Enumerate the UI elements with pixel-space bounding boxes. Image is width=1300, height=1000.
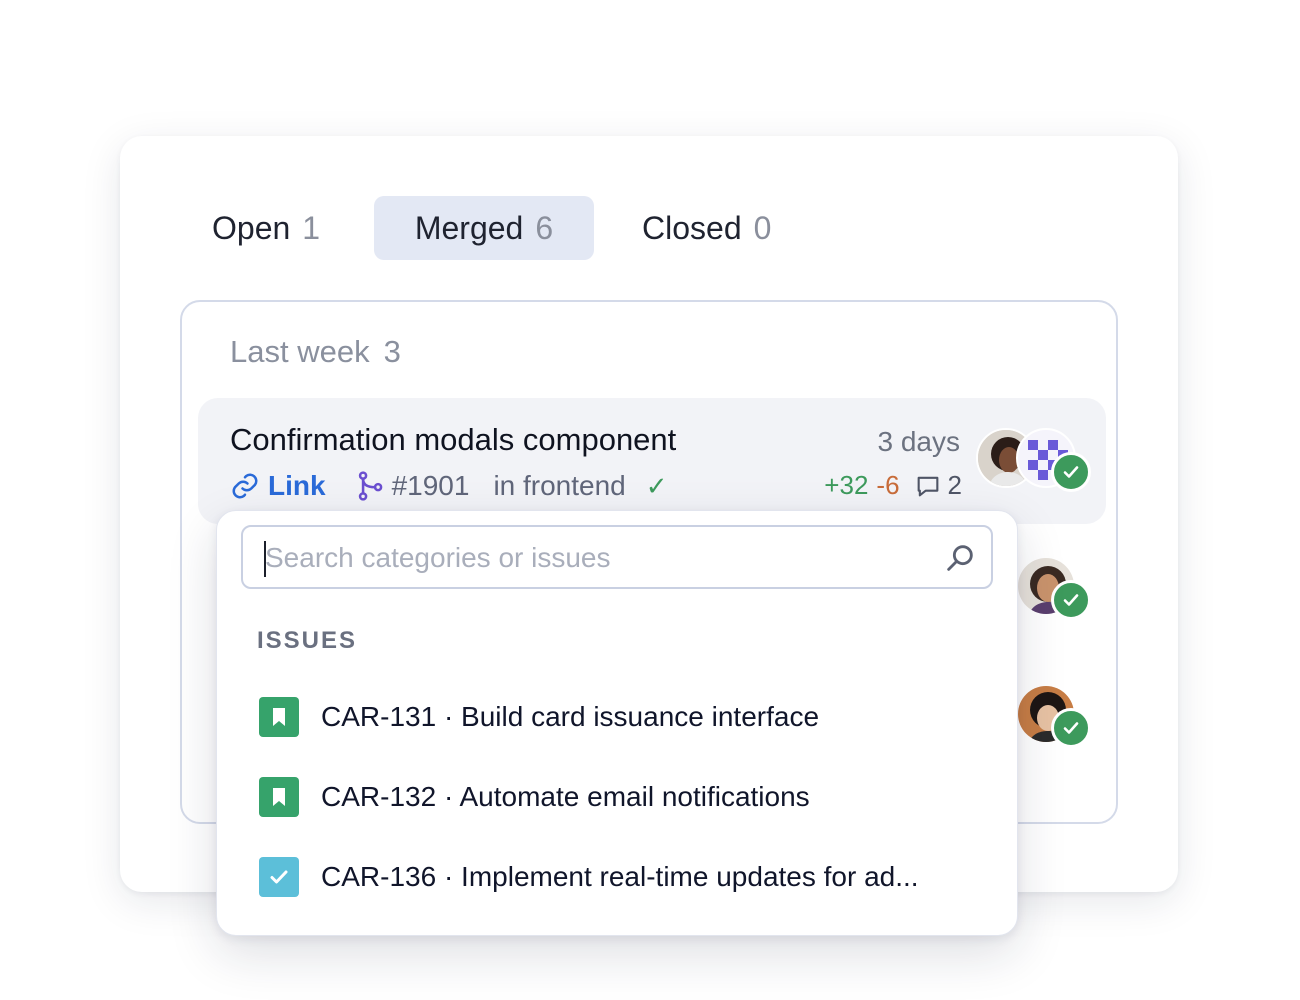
- tab-closed-count: 0: [753, 210, 772, 246]
- issue-label: CAR-136 · Implement real-time updates fo…: [321, 861, 919, 892]
- tab-open-label: Open: [212, 210, 291, 246]
- pr-title: Confirmation modals component: [230, 422, 677, 457]
- issue-search-dropdown: ISSUES CAR-131 · Build card issuance int…: [216, 510, 1018, 936]
- tab-merged[interactable]: Merged 6: [374, 196, 594, 260]
- pr-branch: #1901: [356, 470, 470, 502]
- search-input[interactable]: [263, 537, 927, 579]
- bookmark-icon: [259, 697, 299, 737]
- pipeline-check-icon: ✓: [645, 470, 668, 501]
- bookmark-icon: [259, 777, 299, 817]
- approved-check-icon: [1051, 708, 1091, 748]
- group-header: Last week 3: [230, 334, 401, 370]
- comment-icon: [917, 476, 938, 496]
- pr-age: 3 days: [877, 426, 961, 457]
- pr-repo: in frontend: [493, 470, 626, 501]
- issues-section-label: ISSUES: [257, 627, 358, 654]
- text-cursor: [264, 541, 266, 577]
- issue-label: CAR-131 · Build card issuance interface: [321, 701, 820, 732]
- group-label: Last week: [230, 334, 370, 369]
- pr-number: #1901: [391, 470, 470, 501]
- issue-item-car-131[interactable]: CAR-131 · Build card issuance interface: [259, 697, 819, 737]
- search-box[interactable]: [241, 525, 993, 589]
- issue-item-car-136[interactable]: CAR-136 · Implement real-time updates fo…: [259, 857, 919, 897]
- tab-open[interactable]: Open 1: [212, 196, 320, 260]
- git-merge-icon: [358, 471, 382, 501]
- link-icon: [232, 473, 258, 499]
- pr-stats: +32 -6 2: [824, 470, 962, 501]
- tab-closed[interactable]: Closed 0: [642, 196, 771, 260]
- approved-check-icon: [1051, 452, 1091, 492]
- group-count: 3: [383, 334, 401, 369]
- lines-removed: -6: [876, 470, 900, 500]
- approved-check-icon: [1051, 580, 1091, 620]
- issue-label: CAR-132 · Automate email notifications: [321, 781, 810, 812]
- checkbox-icon: [259, 857, 299, 897]
- issue-item-car-132[interactable]: CAR-132 · Automate email notifications: [259, 777, 810, 817]
- pr-link-label: Link: [268, 470, 326, 501]
- tab-merged-count: 6: [535, 210, 554, 246]
- tab-closed-label: Closed: [642, 210, 742, 246]
- search-icon[interactable]: [943, 541, 977, 580]
- tab-merged-label: Merged: [414, 210, 524, 246]
- pull-request-row[interactable]: Confirmation modals component 3 days Lin…: [198, 398, 1106, 524]
- lines-added: +32: [824, 470, 869, 500]
- pr-comments[interactable]: 2: [914, 470, 962, 501]
- pr-meta: Link #1901 in frontend ✓: [230, 468, 668, 504]
- pr-link[interactable]: Link: [230, 470, 326, 502]
- tab-open-count: 1: [302, 210, 321, 246]
- pr-comments-count: 2: [947, 470, 962, 500]
